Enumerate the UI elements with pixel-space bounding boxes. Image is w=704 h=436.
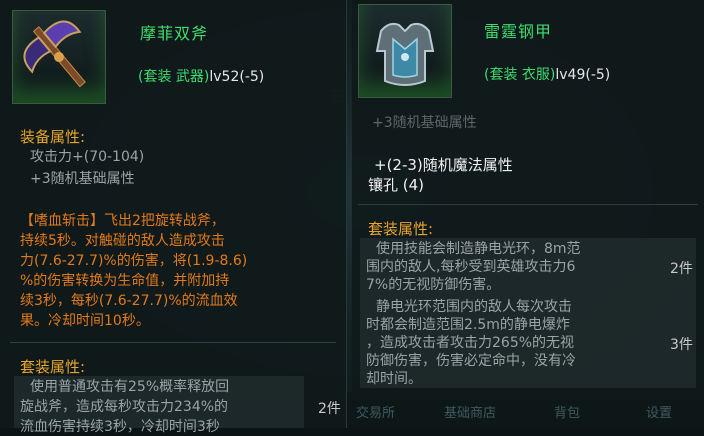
armor-set2-line: 却时间。 [366, 371, 422, 387]
weapon-attr-title: 装备属性: [20, 128, 86, 146]
bottom-tab-market[interactable]: 交易所 [356, 402, 395, 421]
weapon-name: 摩菲双斧 [140, 24, 209, 43]
weapon-skill-line: 力(7.6-27.7)%的伤害，将(1.9-8.6) [20, 253, 248, 269]
weapon-set-count: 2件 [318, 401, 341, 417]
twin-axe-icon [23, 20, 86, 88]
bottom-tab-settings[interactable]: 设置 [646, 402, 672, 421]
chest-armor-icon [375, 22, 435, 86]
armor-faded-attr: +3随机基础属性 [372, 115, 477, 131]
armor-set1-line: 7%的无视防御伤害。 [366, 277, 501, 293]
armor-set1-line: 使用技能会制造静电光环，8m范 [376, 241, 581, 257]
bottom-tab-bag[interactable]: 背包 [554, 402, 580, 421]
armor-set2-line: ，造成攻击者攻击力265%的无视 [366, 335, 575, 351]
weapon-skill-line: %的伤害转换为生命值，并附加持 [20, 273, 230, 289]
weapon-icon-frame [12, 10, 106, 104]
weapon-set-line: 旋战斧，造成每秒攻击力234%的 [20, 399, 229, 415]
weapon-set-title: 套装属性: [20, 358, 86, 376]
weapon-header: 摩菲双斧 (套装 武器)lv52(-5) [0, 0, 346, 110]
armor-socket: 镶孔 (4) [368, 176, 425, 194]
armor-set2-line: 时都会制造范围2.5m的静电爆炸 [366, 317, 570, 333]
weapon-skill-line: 果。冷却时间10秒。 [20, 313, 150, 329]
armor-icon-frame [358, 4, 452, 98]
weapon-level: lv52(-5) [209, 69, 265, 85]
weapon-set-line: 流血伤害持续3秒，冷却时间3秒 [20, 419, 220, 435]
divider [10, 342, 336, 343]
armor-name: 雷霆钢甲 [484, 22, 553, 41]
weapon-tooltip: 摩菲双斧 (套装 武器)lv52(-5) 装备属性: 攻击力+(70-104) … [0, 0, 347, 435]
armor-set-title: 套装属性: [368, 220, 434, 238]
armor-set2-line: 防御伤害，伤害必定命中，没有冷 [366, 353, 576, 369]
armor-type: (套装 衣服) [484, 67, 556, 83]
weapon-attr-line: 攻击力+(70-104) [30, 149, 145, 165]
armor-set2-count: 3件 [670, 337, 693, 353]
armor-set1-line: 围内的敌人,每秒受到英雄攻击力6 [366, 259, 576, 275]
armor-type-level: (套装 衣服)lv49(-5) [484, 64, 610, 84]
weapon-skill-line: 【嗜血斩击】飞出2把旋转战斧， [20, 213, 225, 229]
weapon-type: (套装 武器) [138, 69, 210, 85]
weapon-skill-line: 续3秒，每秒(7.6-27.7)%的流血效 [20, 293, 238, 309]
armor-header: 雷霆钢甲 (套装 衣服)lv49(-5) [352, 0, 704, 110]
armor-random-magic: +(2-3)随机魔法属性 [374, 156, 513, 174]
armor-tooltip: 雷霆钢甲 (套装 衣服)lv49(-5) +3随机基础属性 +(2-3)随机魔法… [352, 0, 704, 400]
bottom-tab-shop[interactable]: 基础商店 [444, 402, 496, 421]
weapon-skill-line: 持续5秒。对触碰的敌人造成攻击 [20, 233, 225, 249]
divider [358, 204, 698, 205]
armor-set1-count: 2件 [670, 261, 693, 277]
weapon-attr-line: +3随机基础属性 [30, 171, 135, 187]
armor-set2-line: 静电光环范围内的敌人每次攻击 [376, 299, 572, 315]
weapon-type-level: (套装 武器)lv52(-5) [138, 66, 264, 86]
armor-level: lv49(-5) [555, 67, 611, 83]
weapon-set-line: 使用普通攻击有25%概率释放回 [30, 379, 230, 395]
